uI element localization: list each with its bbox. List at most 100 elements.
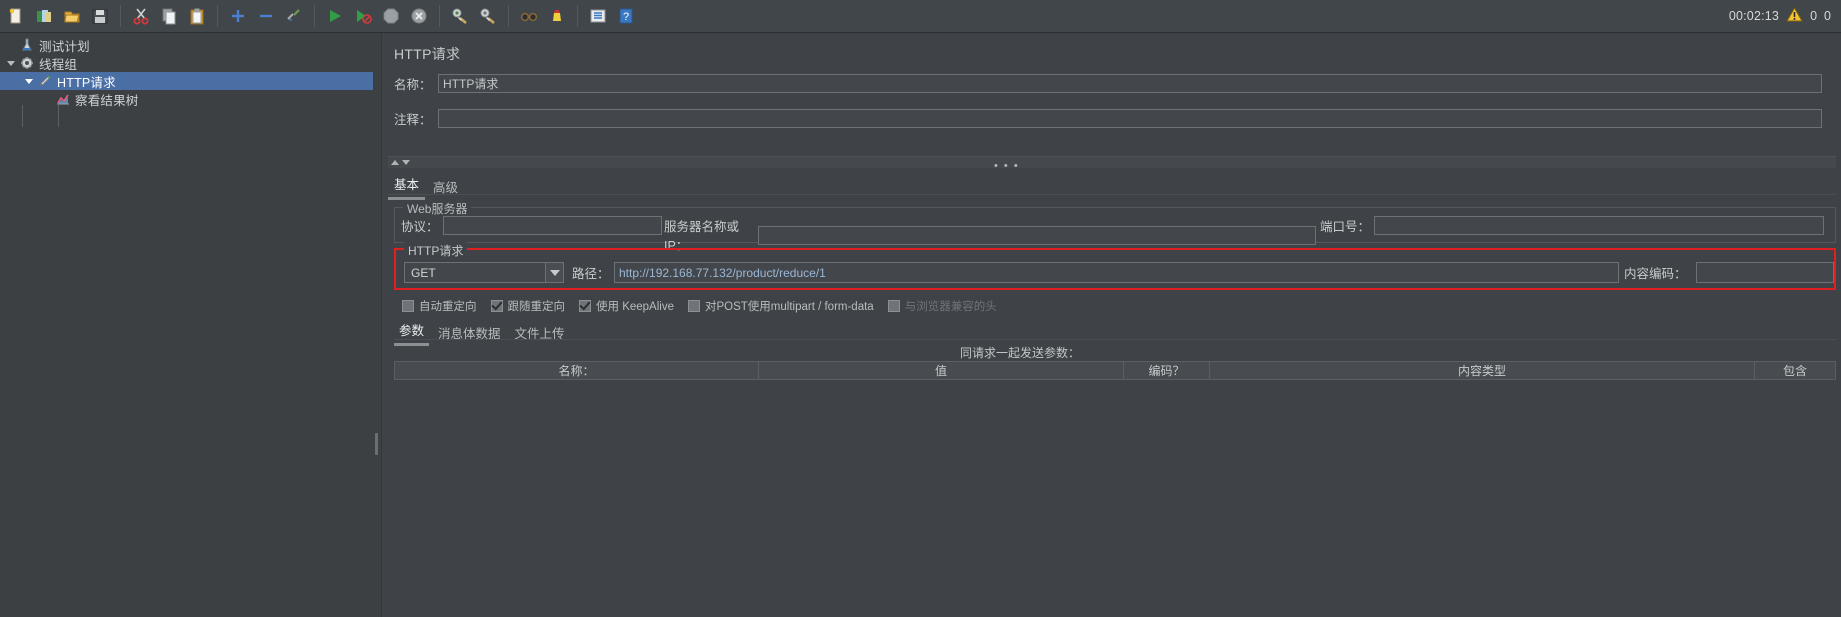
toolbar-separator — [120, 5, 121, 27]
http-method-dropdown[interactable]: GET — [404, 262, 564, 283]
comment-field-row: 注释： — [394, 109, 1834, 128]
protocol-input[interactable] — [443, 216, 662, 235]
test-plan-tree-pane[interactable]: 测试计划 线程组 HTTP请求 察看结果树 — [0, 33, 373, 617]
tree-expander-thread-group[interactable] — [4, 60, 18, 66]
collapse-down-icon[interactable] — [402, 160, 410, 165]
stop-icon[interactable] — [378, 3, 404, 29]
toolbar-separator — [508, 5, 509, 27]
content-encoding-row: 内容编码： — [1624, 262, 1834, 283]
shutdown-icon[interactable] — [406, 3, 432, 29]
checkbox-auto-redirect[interactable]: 自动重定向 — [402, 298, 477, 314]
tree-expander-http-request[interactable] — [22, 78, 36, 84]
http-method-value: GET — [411, 265, 436, 280]
checkbox-box[interactable] — [402, 300, 414, 312]
table-header-content-type[interactable]: 内容类型 — [1210, 361, 1755, 380]
templates-icon[interactable] — [31, 3, 57, 29]
name-input[interactable]: HTTP请求 — [438, 74, 1822, 93]
toolbar-file-group — [0, 3, 116, 29]
elapsed-timer: 00:02:13 — [1728, 9, 1780, 23]
test-plan-icon — [18, 38, 36, 52]
function-helper-icon[interactable] — [585, 3, 611, 29]
tab-basic[interactable]: 基本 — [388, 171, 426, 200]
collapse-all-icon[interactable] — [253, 3, 279, 29]
view-results-tree-icon — [54, 92, 72, 106]
toolbar-clear-group — [444, 3, 504, 29]
checkbox-use-keepalive[interactable]: 使用 KeepAlive — [579, 298, 674, 314]
start-no-pauses-icon[interactable] — [350, 3, 376, 29]
test-plan-tree[interactable]: 测试计划 线程组 HTTP请求 察看结果树 — [0, 33, 373, 127]
tree-guide-line — [58, 105, 59, 127]
tree-node-label: 测试计划 — [39, 39, 90, 54]
checkbox-box[interactable] — [687, 300, 700, 312]
content-encoding-label: 内容编码： — [1624, 267, 1687, 281]
toolbar-edit-group — [125, 3, 213, 29]
toolbar-search-group — [513, 3, 573, 29]
error-count: 0 — [1824, 9, 1831, 23]
tree-node-http-request[interactable]: HTTP请求 — [0, 72, 373, 90]
warning-count: 0 — [1810, 9, 1818, 23]
paste-icon[interactable] — [184, 3, 210, 29]
checkbox-multipart-form-data[interactable]: 对POST使用multipart / form-data — [687, 298, 874, 314]
comment-input[interactable] — [438, 109, 1822, 128]
table-header-encode[interactable]: 编码？ — [1124, 361, 1210, 380]
tab-advanced[interactable]: 高级 — [427, 174, 464, 200]
copy-icon[interactable] — [156, 3, 182, 29]
tab-file-upload[interactable]: 文件上传 — [510, 320, 570, 346]
section-collapse-bar[interactable] — [388, 156, 1836, 168]
tab-body-data[interactable]: 消息体数据 — [433, 320, 506, 346]
table-header-include[interactable]: 包含 — [1755, 361, 1836, 380]
checkbox-follow-redirect[interactable]: 跟随重定向 — [490, 298, 565, 314]
clear-icon[interactable] — [447, 3, 473, 29]
checkbox-box[interactable] — [490, 300, 503, 312]
collapse-up-icon[interactable] — [391, 160, 399, 165]
tab-parameters[interactable]: 参数 — [394, 317, 430, 346]
help-icon[interactable]: ? — [613, 3, 639, 29]
path-input[interactable]: http://192.168.77.132/product/reduce/1 — [614, 262, 1619, 283]
chevron-down-icon[interactable] — [545, 263, 563, 282]
pane-splitter[interactable] — [373, 33, 381, 617]
tree-node-view-results-tree[interactable]: 察看结果树 — [0, 90, 373, 108]
clear-all-icon[interactable] — [475, 3, 501, 29]
port-row: 端口号： — [1320, 216, 1824, 235]
checkbox-box[interactable] — [887, 300, 900, 312]
new-test-plan-icon[interactable] — [3, 3, 29, 29]
checkbox-browser-compatible-headers[interactable]: 与浏览器兼容的头 — [887, 298, 997, 314]
checkbox-label: 与浏览器兼容的头 — [904, 301, 997, 313]
splitter-grip[interactable] — [375, 433, 378, 455]
page-title: HTTP请求 — [394, 46, 461, 62]
table-header-value[interactable]: 值 — [759, 361, 1124, 380]
tree-node-label: HTTP请求 — [57, 75, 116, 90]
toolbar-separator — [217, 5, 218, 27]
split-handle-dots[interactable]: • • • — [994, 160, 1019, 172]
content-encoding-input[interactable] — [1696, 262, 1834, 283]
checkbox-label: 对POST使用multipart / form-data — [704, 301, 874, 313]
tree-node-thread-group[interactable]: 线程组 — [0, 54, 373, 72]
table-header-name[interactable]: 名称： — [394, 361, 759, 380]
start-icon[interactable] — [322, 3, 348, 29]
web-server-group: Web服务器 协议： 服务器名称或IP： 端口号： — [394, 200, 1836, 253]
search-icon[interactable] — [516, 3, 542, 29]
protocol-label: 协议： — [401, 220, 439, 234]
toolbar-separator — [577, 5, 578, 27]
tree-node-test-plan[interactable]: 测试计划 — [0, 36, 373, 54]
toolbar-run-group — [319, 3, 435, 29]
save-icon[interactable] — [87, 3, 113, 29]
expand-all-icon[interactable] — [225, 3, 251, 29]
cut-icon[interactable] — [128, 3, 154, 29]
tabs-underline — [388, 194, 1836, 195]
params-caption: 同请求一起发送参数： — [960, 346, 1081, 360]
port-label: 端口号： — [1320, 220, 1371, 234]
checkbox-box[interactable] — [579, 300, 591, 312]
parameters-table[interactable]: 名称： 值 编码？ 内容类型 包含 — [394, 361, 1836, 380]
checkbox-label: 自动重定向 — [419, 301, 477, 313]
toggle-icon[interactable] — [281, 3, 307, 29]
open-icon[interactable] — [59, 3, 85, 29]
server-input[interactable] — [758, 225, 1316, 245]
http-request-editor-pane: HTTP请求 名称： HTTP请求 注释： • • • 基本 高级 Web服务器… — [381, 33, 1841, 617]
http-request-icon — [36, 74, 54, 88]
http-request-group: HTTP请求 GET 路径： http://192.168.77.132/pro… — [394, 242, 1836, 290]
reset-search-icon[interactable] — [544, 3, 570, 29]
port-input[interactable] — [1374, 216, 1824, 235]
path-label: 路径： — [572, 267, 610, 281]
warning-icon[interactable] — [1786, 6, 1803, 25]
